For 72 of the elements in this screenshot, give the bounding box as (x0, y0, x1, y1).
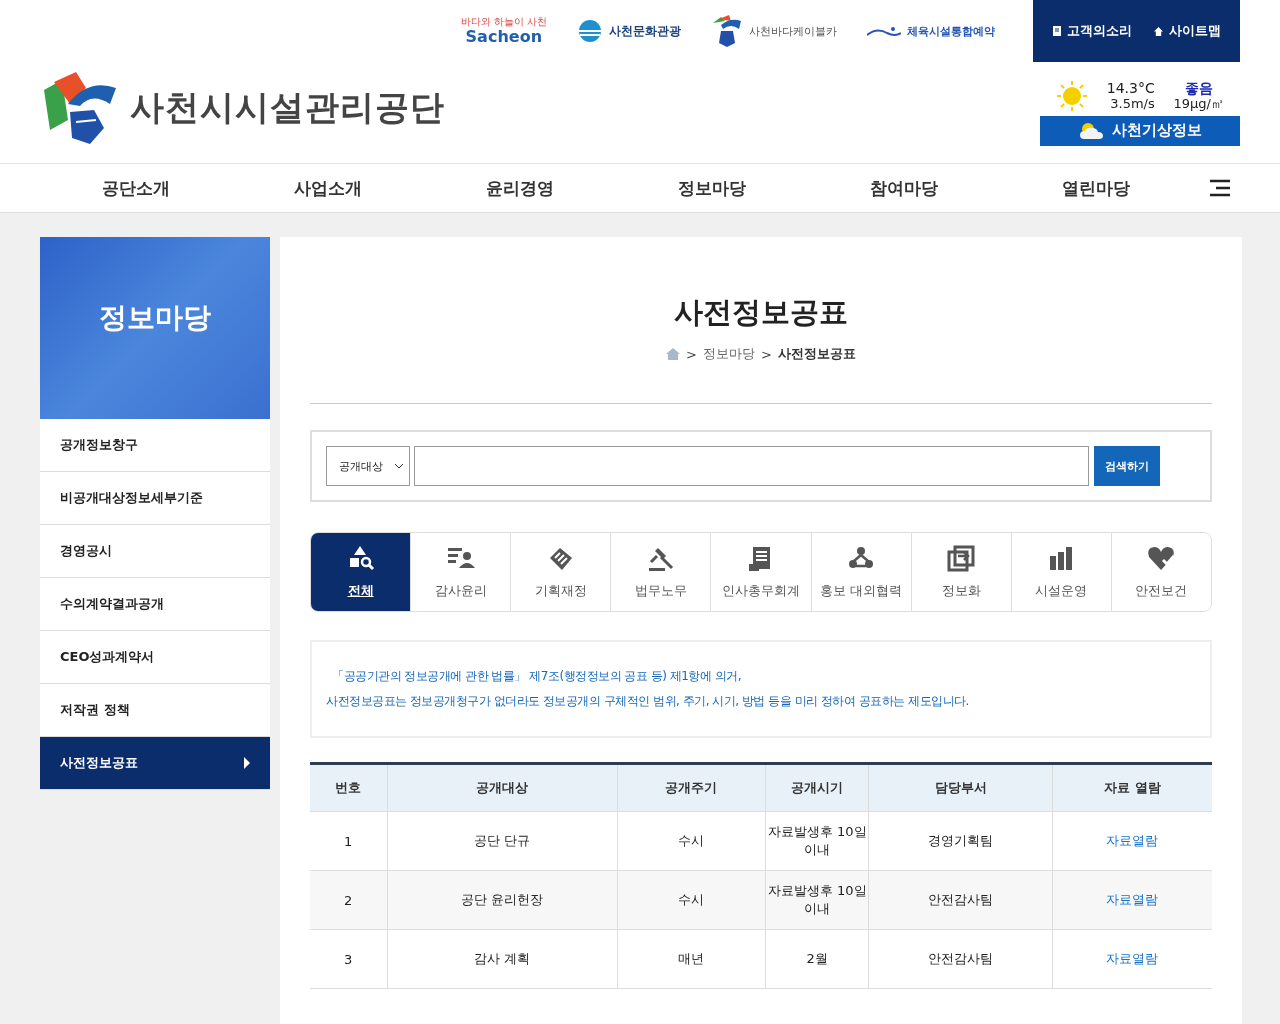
menu-icon[interactable] (1210, 179, 1230, 197)
nav-item[interactable]: 정보마당 (616, 176, 808, 200)
table-cell: 수시 (617, 811, 766, 871)
column-header: 공개대상 (387, 763, 618, 812)
table-cell: 감사 계획 (387, 929, 618, 989)
fine-dust-value: 19μg/㎥ (1173, 95, 1224, 112)
table-cell: 3 (310, 929, 387, 989)
column-header: 공개주기 (617, 763, 766, 812)
notice-text: 「공공기관의 정보공개에 관한 법률」 제7조(행정정보의 공표 등) 제1항에 의거, (331, 668, 742, 685)
nav-item[interactable]: 참여마당 (808, 176, 1000, 200)
table-cell: 공단 단규 (387, 811, 618, 871)
breadcrumb-separator: > (686, 346, 697, 362)
table-cell: 1 (310, 811, 387, 871)
sidebar-item[interactable]: 저작권 정책 (40, 684, 270, 737)
breadcrumb-separator: > (761, 346, 772, 362)
sidebar-item[interactable]: 공개정보창구 (40, 419, 270, 472)
column-header: 번호 (310, 763, 387, 812)
view-link[interactable]: 자료열람 (1106, 951, 1159, 966)
home-icon[interactable] (666, 348, 681, 360)
sidebar-title: 정보마당 (99, 300, 211, 336)
sidebar-item[interactable]: 경영공시 (40, 525, 270, 578)
column-header: 공개시기 (765, 763, 869, 812)
column-header: 담당부서 (868, 763, 1053, 812)
breadcrumb-current: 사전정보공표 (777, 345, 856, 363)
table-cell: 수시 (617, 870, 766, 930)
nav-item[interactable]: 공단소개 (40, 176, 232, 200)
category-icon (946, 544, 977, 574)
table-cell: 자료발생후 10일 이내 (765, 811, 869, 871)
search-button[interactable]: 검색하기 (1094, 446, 1160, 486)
wave-emblem-icon (577, 20, 603, 42)
wind-speed: 3.5m/s (1110, 95, 1155, 112)
sidebar-item[interactable]: 비공개대상정보세부기준 (40, 472, 270, 525)
table-cell: 매년 (617, 929, 766, 989)
table-cell: 2 (310, 870, 387, 930)
sidebar-item[interactable]: 수의계약결과공개 (40, 578, 270, 631)
site-link[interactable]: 사천문화관광 (577, 20, 681, 42)
breadcrumb-link[interactable]: 정보마당 (703, 345, 755, 363)
search-field[interactable] (414, 446, 1089, 486)
site-link[interactable]: 체육시설통합예약 (867, 23, 995, 39)
table-cell: 자료발생후 10일 이내 (765, 870, 869, 930)
weather-button[interactable]: 사천기상정보 (1040, 115, 1240, 146)
caret-icon (244, 757, 250, 769)
nav-item[interactable]: 열린마당 (1000, 176, 1192, 200)
sidebar-item[interactable]: 사전정보공표 (40, 737, 270, 790)
view-link[interactable]: 자료열람 (1106, 833, 1159, 848)
nav-item[interactable]: 윤리경영 (424, 176, 616, 200)
category-select[interactable]: 공개대상 (326, 446, 410, 486)
memo-icon (1052, 26, 1061, 36)
temperature: 14.3°C (1106, 79, 1155, 96)
table-cell: 2월 (765, 929, 869, 989)
sacheon-link[interactable]: 바다와 하늘이 사천 Sacheon (460, 17, 547, 45)
site-link[interactable]: 사천바다케이블카 (711, 15, 837, 47)
page-title: 사전정보공표 (673, 294, 849, 331)
column-header: 자료 열람 (1052, 763, 1212, 812)
table-cell: 경영기획팀 (868, 811, 1053, 871)
voice-link[interactable]: 고객의소리 (1052, 22, 1132, 40)
chevron-icon (395, 463, 403, 469)
table-cell: 안전감사팀 (868, 929, 1053, 989)
cloud-sun-icon (1078, 121, 1104, 140)
table-cell: 안전감사팀 (868, 870, 1053, 930)
table-cell: 공단 윤리헌장 (387, 870, 618, 930)
notice-text: 사전정보공표는 정보공개청구가 없더라도 정보공개의 구체적인 범위, 주기, 시기, 방법 등을 미리 정하여 공표하는 제도입니다. (326, 693, 970, 710)
nav-item[interactable]: 사업소개 (232, 176, 424, 200)
air-quality: 좋음 (1184, 79, 1213, 96)
home-icon (1153, 26, 1163, 36)
sun-icon (1056, 79, 1088, 112)
cable-car-logo-icon (711, 15, 743, 47)
view-link[interactable]: 자료열람 (1106, 892, 1159, 907)
swimmer-icon (867, 25, 901, 37)
logo-text: 사천시시설관리공단 (130, 85, 445, 129)
sitemap-link[interactable]: 사이트맵 (1153, 22, 1221, 40)
sidebar-item[interactable]: CEO성과계약서 (40, 631, 270, 684)
